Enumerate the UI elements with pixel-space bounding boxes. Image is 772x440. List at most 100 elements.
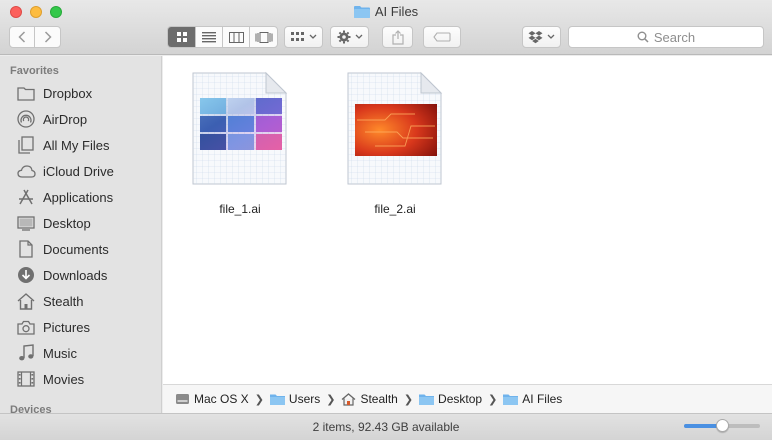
hard-drive-icon — [176, 394, 189, 404]
sidebar-item-movies[interactable]: Movies — [16, 367, 84, 391]
chevron-down-icon — [547, 34, 555, 39]
path-bar: Mac OS X ❯ Users ❯ Stealth ❯ Desktop ❯ A… — [163, 384, 772, 413]
folder-icon — [269, 394, 285, 405]
back-button[interactable] — [10, 27, 35, 47]
icon-size-slider[interactable] — [684, 419, 760, 432]
cover-flow-icon — [255, 31, 272, 43]
path-separator-icon: ❯ — [326, 393, 336, 406]
home-icon — [342, 392, 356, 406]
finder-window: AI Files Search Favorites Dropbox AirDro… — [0, 0, 772, 440]
sidebar-item-label: Documents — [43, 241, 109, 257]
dropbox-button[interactable] — [522, 26, 561, 48]
all-files-icon — [16, 135, 36, 155]
sidebar-item-label: Desktop — [43, 215, 91, 231]
file-name: file_1.ai — [219, 202, 261, 216]
action-button[interactable] — [330, 26, 369, 48]
chevron-down-icon — [309, 34, 316, 39]
arrange-icon — [290, 32, 304, 41]
nav-buttons — [9, 26, 61, 48]
folder-icon — [353, 5, 370, 21]
icon-size-slider-handle[interactable] — [716, 419, 729, 432]
path-item-ai-files[interactable]: AI Files — [503, 392, 562, 406]
share-button[interactable] — [382, 26, 413, 48]
gear-icon — [337, 30, 350, 44]
downloads-icon — [16, 265, 36, 285]
sidebar-item-label: Music — [43, 345, 77, 361]
view-mode-switcher — [167, 26, 278, 48]
sidebar-item-pictures[interactable]: Pictures — [16, 315, 90, 339]
movies-icon — [16, 369, 36, 389]
sidebar-item-dropbox[interactable]: Dropbox — [16, 81, 92, 105]
sidebar-item-label: Pictures — [43, 319, 90, 335]
path-item-desktop[interactable]: Desktop — [419, 392, 482, 406]
path-item-stealth[interactable]: Stealth — [341, 392, 398, 406]
dropbox-icon — [528, 30, 543, 43]
path-item-label: Desktop — [438, 392, 483, 406]
file-name: file_2.ai — [374, 202, 416, 216]
sidebar-item-label: Stealth — [43, 293, 84, 309]
cloud-icon — [16, 161, 36, 181]
forward-button[interactable] — [35, 27, 60, 47]
file-item[interactable]: file_1.ai — [185, 70, 295, 216]
dropbox-folder-icon — [16, 83, 36, 103]
sidebar-item-label: Dropbox — [43, 85, 93, 101]
title-toolbar: AI Files Search — [0, 0, 772, 55]
chevron-right-icon — [44, 31, 52, 43]
sidebar: Favorites Dropbox AirDrop All My Files i… — [0, 56, 162, 413]
sidebar-item-label: Downloads — [43, 267, 108, 283]
path-item-label: Mac OS X — [194, 392, 249, 406]
file-item[interactable]: file_2.ai — [340, 70, 450, 216]
file-browser: file_1.ai file_2.ai — [163, 56, 772, 384]
sidebar-item-documents[interactable]: Documents — [16, 237, 109, 261]
sidebar-item-stealth[interactable]: Stealth — [16, 289, 83, 313]
path-separator-icon: ❯ — [488, 393, 498, 406]
list-view-button[interactable] — [196, 27, 223, 47]
path-item-label: Stealth — [360, 392, 398, 406]
sidebar-heading-devices: Devices — [10, 404, 52, 413]
icon-view-icon — [176, 32, 187, 42]
sidebar-item-airdrop[interactable]: AirDrop — [16, 107, 87, 131]
search-placeholder: Search — [653, 29, 696, 45]
column-view-button[interactable] — [223, 27, 250, 47]
ai-document-icon — [190, 70, 290, 188]
home-icon — [16, 291, 36, 311]
folder-icon — [419, 394, 435, 405]
arrange-button[interactable] — [284, 26, 323, 48]
documents-icon — [16, 239, 36, 259]
sidebar-item-label: AirDrop — [43, 111, 88, 127]
chevron-down-icon — [355, 34, 362, 39]
ai-document-icon — [345, 70, 445, 188]
path-item-label: AI Files — [522, 392, 563, 406]
sidebar-item-label: All My Files — [43, 137, 110, 153]
status-text: 2 items, 92.43 GB available — [312, 420, 460, 434]
share-icon — [391, 29, 404, 45]
window-title: AI Files — [0, 4, 772, 21]
music-icon — [16, 343, 36, 363]
sidebar-heading-favorites: Favorites — [10, 65, 59, 77]
sidebar-item-label: Movies — [43, 371, 85, 387]
search-icon — [637, 31, 649, 43]
sidebar-item-icloud-drive[interactable]: iCloud Drive — [16, 159, 114, 183]
tags-button[interactable] — [423, 26, 461, 48]
airdrop-icon — [16, 109, 36, 129]
sidebar-item-music[interactable]: Music — [16, 341, 77, 365]
path-separator-icon: ❯ — [254, 393, 264, 406]
path-item-mac-os-x[interactable]: Mac OS X — [175, 392, 249, 406]
chevron-left-icon — [18, 31, 26, 43]
sidebar-item-downloads[interactable]: Downloads — [16, 263, 107, 287]
icon-view-button[interactable] — [168, 27, 196, 47]
sidebar-item-label: Applications — [43, 189, 114, 205]
sidebar-item-all-my-files[interactable]: All My Files — [16, 133, 109, 157]
list-view-icon — [202, 31, 216, 42]
window-title-text: AI Files — [374, 4, 419, 19]
sidebar-item-applications[interactable]: Applications — [16, 185, 113, 209]
sidebar-item-desktop[interactable]: Desktop — [16, 211, 91, 235]
tag-icon — [433, 32, 451, 42]
cover-flow-view-button[interactable] — [250, 27, 277, 47]
desktop-icon — [16, 213, 36, 233]
path-item-users[interactable]: Users — [269, 392, 321, 406]
folder-icon — [503, 394, 519, 405]
search-field[interactable]: Search — [568, 26, 764, 48]
column-view-icon — [228, 31, 244, 43]
path-item-label: Users — [288, 392, 321, 406]
